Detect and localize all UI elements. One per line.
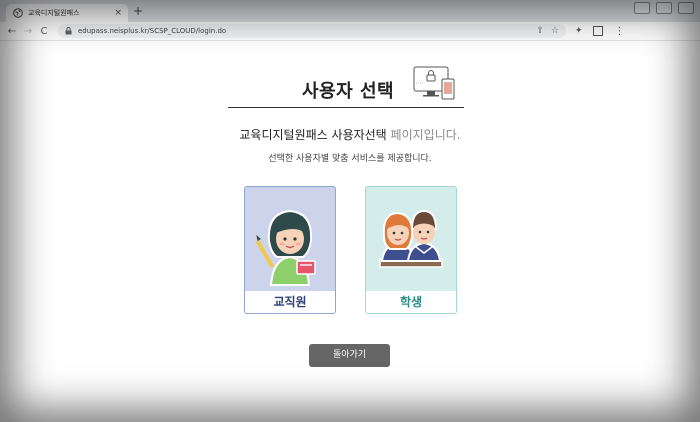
tab-title: 교육디지털원패스 <box>28 9 80 17</box>
tab-edupass[interactable]: 교육디지털원패스 × <box>6 4 128 22</box>
share-icon[interactable]: ⇪ <box>536 26 544 36</box>
student-card-label: 학생 <box>366 291 456 313</box>
menu-icon[interactable]: ⋮ <box>615 26 625 37</box>
close-window-button[interactable] <box>678 2 694 14</box>
address-bar[interactable]: edupass.neisplus.kr/SCSP_CLOUD/login.do … <box>58 24 566 38</box>
staff-card-label: 교직원 <box>245 291 335 313</box>
forward-arrow-icon[interactable]: → <box>20 26 36 37</box>
go-back-button[interactable]: 돌아가기 <box>309 344 390 367</box>
headline: 교육디지털원패스 사용자선택 페이지입니다. <box>0 126 700 143</box>
minimize-button[interactable] <box>634 2 650 14</box>
reload-icon[interactable]: C <box>36 26 52 37</box>
url-text: edupass.neisplus.kr/SCSP_CLOUD/login.do <box>78 27 227 35</box>
tab-strip: 교육디지털원패스 × + ⌄ <box>0 0 700 22</box>
globe-icon <box>13 8 23 18</box>
headline-muted: 페이지입니다. <box>386 128 461 142</box>
page-title: 사용자 선택 <box>302 81 395 102</box>
back-arrow-icon[interactable]: ← <box>4 26 20 37</box>
browser-toolbar: ← → C edupass.neisplus.kr/SCSP_CLOUD/log… <box>0 22 700 41</box>
new-tab-button[interactable]: + <box>133 4 143 18</box>
teacher-illustration <box>255 209 316 286</box>
student-card[interactable]: 학생 <box>365 186 457 314</box>
page-title-block: 사용자 선택 <box>228 66 464 108</box>
window-controls <box>634 2 694 14</box>
staff-card[interactable]: 교직원 <box>244 186 336 314</box>
side-panel-icon[interactable] <box>592 26 603 36</box>
lock-icon <box>65 27 72 35</box>
close-icon[interactable]: × <box>114 8 122 18</box>
page-content: 사용자 선택 교육디지털원패스 사용자선택 페이지입니다. 선택한 사용자별 맞… <box>0 41 700 422</box>
maximize-button[interactable] <box>656 2 672 14</box>
devices-illustration-icon <box>413 66 455 100</box>
browser-window: 교육디지털원패스 × + ⌄ ← → C edupass.neisplus.kr… <box>0 0 700 422</box>
bookmark-star-icon[interactable]: ☆ <box>551 26 559 36</box>
headline-main: 교육디지털원패스 사용자선택 <box>239 128 387 142</box>
subline: 선택한 사용자별 맞춤 서비스를 제공합니다. <box>268 154 432 164</box>
students-illustration <box>379 209 443 268</box>
extensions-icon[interactable]: ✦ <box>575 26 583 36</box>
